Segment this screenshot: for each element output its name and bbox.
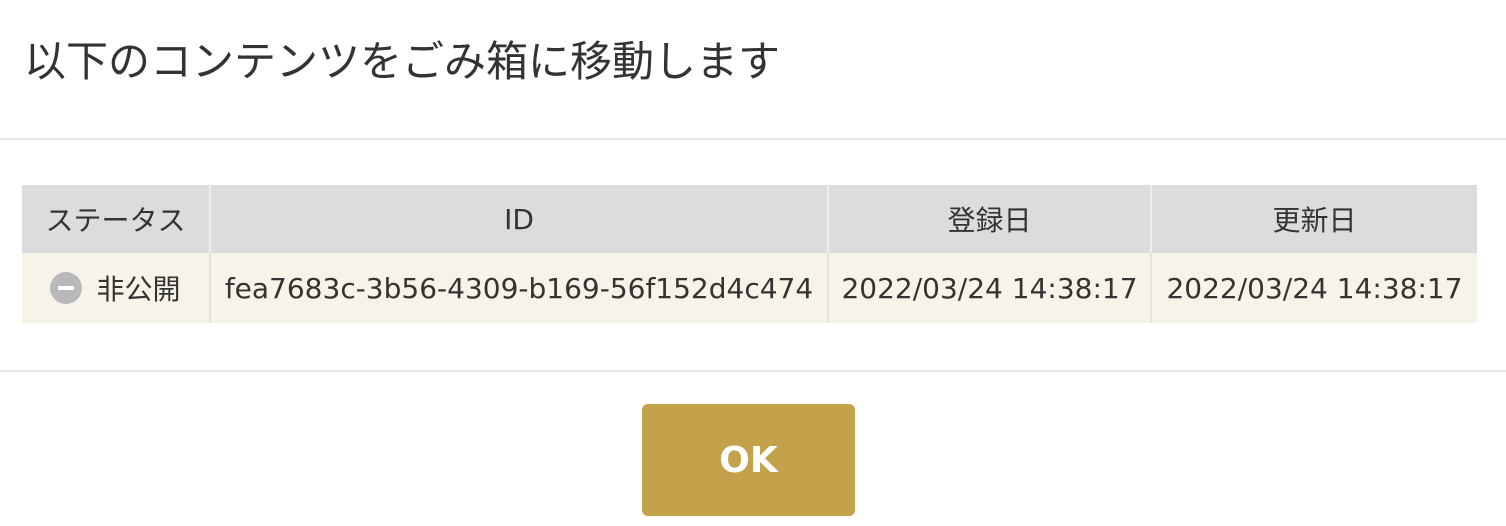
column-header-created: 登録日 (828, 185, 1152, 253)
id-cell: fea7683c-3b56-4309-b169-56f152d4c474 (210, 253, 829, 323)
header-divider (0, 138, 1506, 140)
footer-divider (0, 370, 1506, 372)
table-row: 非公開 fea7683c-3b56-4309-b169-56f152d4c474… (22, 253, 1477, 323)
status-cell: 非公開 (22, 253, 211, 323)
trash-confirm-dialog: 以下のコンテンツをごみ箱に移動します ステータス ID 登録日 更新日 非公開 (0, 0, 1506, 526)
minus-circle-icon (50, 272, 83, 304)
column-header-id: ID (210, 185, 829, 253)
column-header-updated: 更新日 (1151, 185, 1477, 253)
ok-button[interactable]: OK (642, 404, 855, 516)
created-date-cell: 2022/03/24 14:38:17 (828, 253, 1152, 323)
updated-date-cell: 2022/03/24 14:38:17 (1151, 253, 1477, 323)
table-header-row: ステータス ID 登録日 更新日 (22, 185, 1477, 253)
status-label: 非公開 (96, 273, 181, 306)
column-header-status: ステータス (22, 185, 211, 253)
dialog-title: 以下のコンテンツをごみ箱に移動します (24, 37, 781, 86)
contents-table: ステータス ID 登録日 更新日 非公開 fea7683c-3b56-4309-… (22, 185, 1477, 323)
